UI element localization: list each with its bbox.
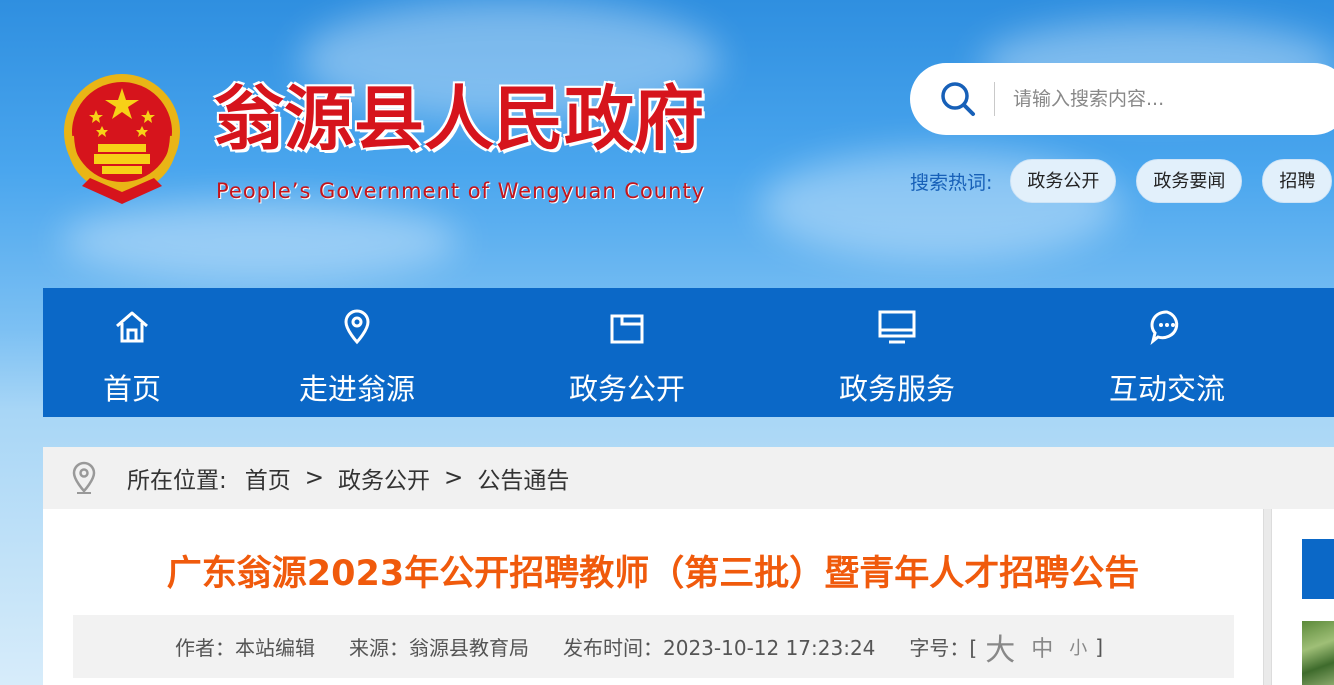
- location-pin-icon: [72, 461, 96, 494]
- hot-word-tag[interactable]: 招聘: [1262, 159, 1333, 203]
- font-size-close: ]: [1095, 634, 1104, 659]
- font-size-medium-button[interactable]: 中: [1031, 631, 1053, 663]
- breadcrumb-link-gov-affairs[interactable]: 政务公开: [338, 461, 430, 495]
- nav-item-services[interactable]: 政务服务: [812, 288, 982, 417]
- font-size-small-button[interactable]: 小: [1069, 634, 1087, 660]
- site-subtitle: People’s Government of Wengyuan County: [216, 179, 706, 203]
- nav-label: 互动交流: [1108, 372, 1225, 406]
- panel-divider: [1263, 509, 1272, 685]
- font-size-label: 字号：[: [909, 636, 978, 660]
- breadcrumb-separator: >: [304, 465, 325, 491]
- nav-label: 首页: [102, 372, 161, 406]
- search-icon[interactable]: [938, 79, 978, 119]
- search-divider: [994, 82, 995, 116]
- breadcrumb-separator: >: [444, 465, 464, 491]
- main-nav: 首页 走进翁源 政务公开 政务服务 互动交流: [43, 288, 1334, 417]
- article-publish-time: 发布时间：2023-10-12 17:23:24: [563, 636, 876, 660]
- nav-label: 政务服务: [838, 372, 955, 406]
- chat-icon: [1150, 310, 1179, 345]
- sidebar-image[interactable]: [1302, 621, 1334, 685]
- cloud-decoration: [60, 200, 460, 280]
- article-author: 作者：本站编辑: [175, 636, 315, 660]
- nav-label: 走进翁源: [298, 372, 415, 406]
- site-title: 翁源县人民政府: [214, 77, 704, 160]
- font-size-large-button[interactable]: 大: [985, 625, 1015, 669]
- nav-label: 政务公开: [568, 372, 685, 406]
- article-title: 广东翁源2023年公开招聘教师（第三批）暨青年人才招聘公告: [166, 554, 1140, 594]
- breadcrumb-link-notices[interactable]: 公告通告: [477, 461, 569, 495]
- location-icon: [344, 309, 370, 345]
- article-source: 来源：翁源县教育局: [349, 636, 529, 660]
- folder-icon: [610, 314, 644, 344]
- sidebar-header-block: [1302, 539, 1334, 599]
- breadcrumb-prefix: 所在位置:: [127, 468, 227, 494]
- nav-item-interaction[interactable]: 互动交流: [1082, 288, 1252, 417]
- search-box: [910, 63, 1334, 135]
- search-input[interactable]: [1013, 88, 1313, 110]
- hot-word-tag[interactable]: 政务要闻: [1136, 159, 1243, 203]
- nav-item-gov-affairs[interactable]: 政务公开: [542, 288, 712, 417]
- home-icon: [116, 311, 148, 343]
- hot-words: 搜索热词: 政务公开 政务要闻 招聘: [910, 159, 1334, 203]
- hot-words-label: 搜索热词:: [910, 171, 993, 194]
- hot-word-tag[interactable]: 政务公开: [1010, 159, 1117, 203]
- breadcrumb: 所在位置: 首页 > 政务公开 > 公告通告: [43, 447, 1334, 509]
- sidebar-panel: [1272, 509, 1334, 685]
- national-emblem-icon: [62, 66, 182, 210]
- monitor-icon: [878, 310, 916, 344]
- breadcrumb-link-home[interactable]: 首页: [245, 461, 291, 495]
- nav-item-home[interactable]: 首页: [47, 288, 217, 417]
- nav-item-about[interactable]: 走进翁源: [272, 288, 442, 417]
- article-meta: 作者：本站编辑 来源：翁源县教育局 发布时间：2023-10-12 17:23:…: [73, 615, 1234, 678]
